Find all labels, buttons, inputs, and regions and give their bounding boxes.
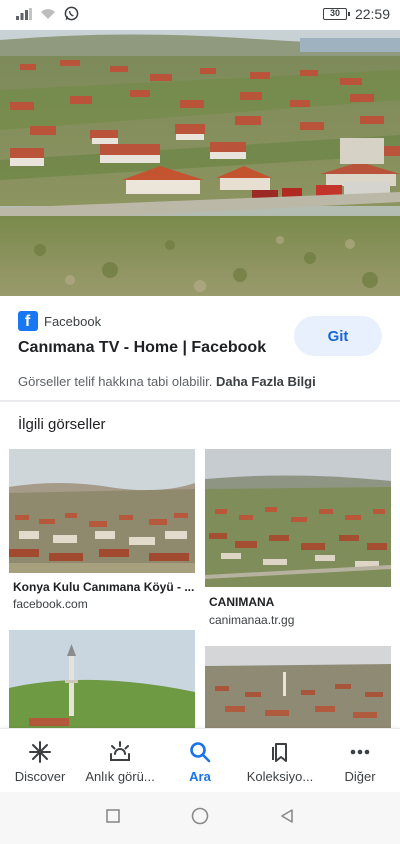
whatsapp-icon (64, 6, 79, 26)
status-bar: 30 22:59 (0, 0, 400, 30)
nav-search-label: Ara (189, 769, 211, 784)
nav-search[interactable]: Ara (160, 729, 240, 792)
home-icon[interactable] (190, 806, 210, 831)
asterisk-icon (27, 739, 53, 765)
related-image-4[interactable] (205, 646, 391, 730)
notice-text: Görseller telif hakkına tabi olabilir. (18, 374, 213, 389)
more-dots-icon (347, 739, 373, 765)
back-icon[interactable] (278, 807, 296, 830)
result-source[interactable]: f Facebook (18, 311, 101, 331)
nav-more-label: Diğer (344, 769, 376, 784)
bookmarks-icon (267, 739, 293, 765)
more-info-link[interactable]: Daha Fazla Bilgi (216, 374, 316, 389)
nav-discover-label: Discover (14, 769, 66, 784)
result-card: f Facebook Canımana TV - Home | Facebook… (0, 296, 400, 400)
signal-icon (16, 7, 32, 25)
bottom-navigation: Discover Anlık görü... Ara Koleksiyo... … (0, 728, 400, 792)
copyright-notice: Görseller telif hakkına tabi olabilir. D… (18, 374, 316, 389)
nav-snapshot[interactable]: Anlık görü... (80, 729, 160, 792)
related-image-3[interactable] (9, 630, 195, 730)
git-button[interactable]: Git (294, 316, 382, 356)
related-image-1[interactable] (9, 449, 195, 573)
facebook-icon: f (18, 311, 38, 331)
hero-image[interactable] (0, 30, 400, 296)
recents-icon[interactable] (104, 807, 122, 830)
nav-collections[interactable]: Koleksiyo... (240, 729, 320, 792)
related-image-1-source: facebook.com (13, 597, 88, 611)
search-icon (187, 739, 213, 765)
section-divider (0, 400, 400, 402)
related-image-2[interactable] (205, 449, 391, 587)
nav-snapshot-label: Anlık görü... (85, 769, 155, 784)
source-name: Facebook (44, 313, 102, 329)
related-image-1-title[interactable]: Konya Kulu Canımana Köyü - ... (13, 580, 194, 594)
result-title[interactable]: Canımana TV - Home | Facebook (18, 339, 266, 357)
related-images-heading: İlgili görseller (18, 416, 106, 433)
clock: 22:59 (354, 6, 390, 22)
nav-more[interactable]: Diğer (320, 729, 400, 792)
system-navigation-bar (0, 792, 400, 844)
related-image-2-source: canimanaa.tr.gg (209, 613, 295, 627)
wifi-icon (40, 7, 56, 25)
related-image-2-title[interactable]: CANIMANA (209, 595, 274, 609)
lens-snap-icon (107, 739, 133, 765)
nav-collections-label: Koleksiyo... (246, 769, 314, 784)
nav-discover[interactable]: Discover (0, 729, 80, 792)
battery-icon: 30 (322, 8, 350, 20)
